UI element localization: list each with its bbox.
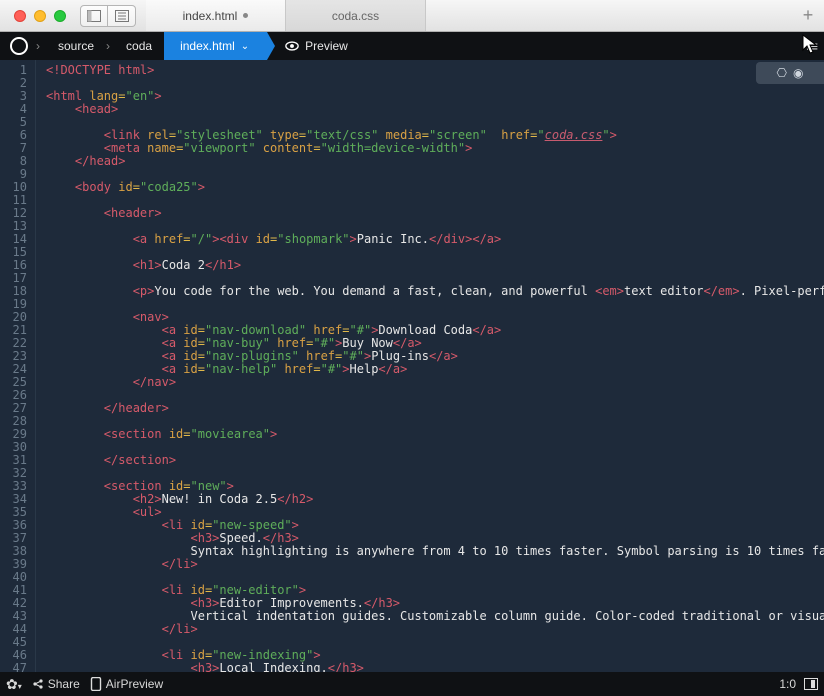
- share-icon: [32, 678, 44, 690]
- path-bar: › source › coda index.html ⌄ Preview +≡: [0, 32, 824, 60]
- panel-collapse-button[interactable]: [804, 678, 818, 690]
- sidebar-toggle-button[interactable]: [80, 5, 108, 27]
- code-editor[interactable]: 1234567891011121314151617181920212223242…: [0, 60, 824, 672]
- title-bar: index.html coda.css +: [0, 0, 824, 32]
- gear-icon[interactable]: ✿▾: [6, 676, 22, 693]
- breadcrumb-coda[interactable]: coda: [110, 32, 164, 60]
- file-tabs: index.html coda.css +: [146, 0, 824, 31]
- new-tab-button[interactable]: +: [792, 0, 824, 31]
- navigator-icon: ⎔: [777, 66, 787, 80]
- code-area[interactable]: <!DOCTYPE html><html lang="en"> <head> <…: [36, 60, 824, 672]
- close-window-button[interactable]: [14, 10, 26, 22]
- eye-icon: [285, 39, 299, 53]
- mouse-cursor-icon: [802, 34, 820, 56]
- airpreview-label: AirPreview: [106, 677, 163, 691]
- side-tool-widget[interactable]: ⎔ ◉: [756, 62, 824, 84]
- traffic-lights: [8, 10, 72, 22]
- panel-toggle-button[interactable]: [108, 5, 136, 27]
- chevron-right-icon: ›: [36, 39, 40, 53]
- cursor-position[interactable]: 1:0: [779, 677, 796, 691]
- preview-button[interactable]: Preview: [285, 39, 348, 53]
- device-icon: [90, 677, 102, 691]
- breadcrumb-label: coda: [126, 39, 152, 53]
- share-label: Share: [48, 677, 80, 691]
- tab-label: index.html: [183, 9, 238, 23]
- tab-coda-css[interactable]: coda.css: [286, 0, 426, 31]
- modified-dot-icon: [243, 13, 248, 18]
- site-home-icon[interactable]: [10, 37, 28, 55]
- breadcrumb-index-html[interactable]: index.html ⌄: [164, 32, 267, 60]
- airpreview-button[interactable]: AirPreview: [90, 677, 163, 691]
- line-gutter: 1234567891011121314151617181920212223242…: [0, 60, 36, 672]
- tab-label: coda.css: [332, 9, 379, 23]
- chevron-down-icon: ⌄: [241, 41, 249, 52]
- breadcrumb-label: index.html: [180, 39, 235, 53]
- eye-icon: ◉: [793, 66, 803, 80]
- maximize-window-button[interactable]: [54, 10, 66, 22]
- minimize-window-button[interactable]: [34, 10, 46, 22]
- share-button[interactable]: Share: [32, 677, 80, 691]
- status-bar: ✿▾ Share AirPreview 1:0: [0, 672, 824, 696]
- breadcrumb-source[interactable]: source: [42, 32, 106, 60]
- breadcrumb-label: source: [58, 39, 94, 53]
- tab-index-html[interactable]: index.html: [146, 0, 286, 31]
- preview-label: Preview: [305, 39, 348, 53]
